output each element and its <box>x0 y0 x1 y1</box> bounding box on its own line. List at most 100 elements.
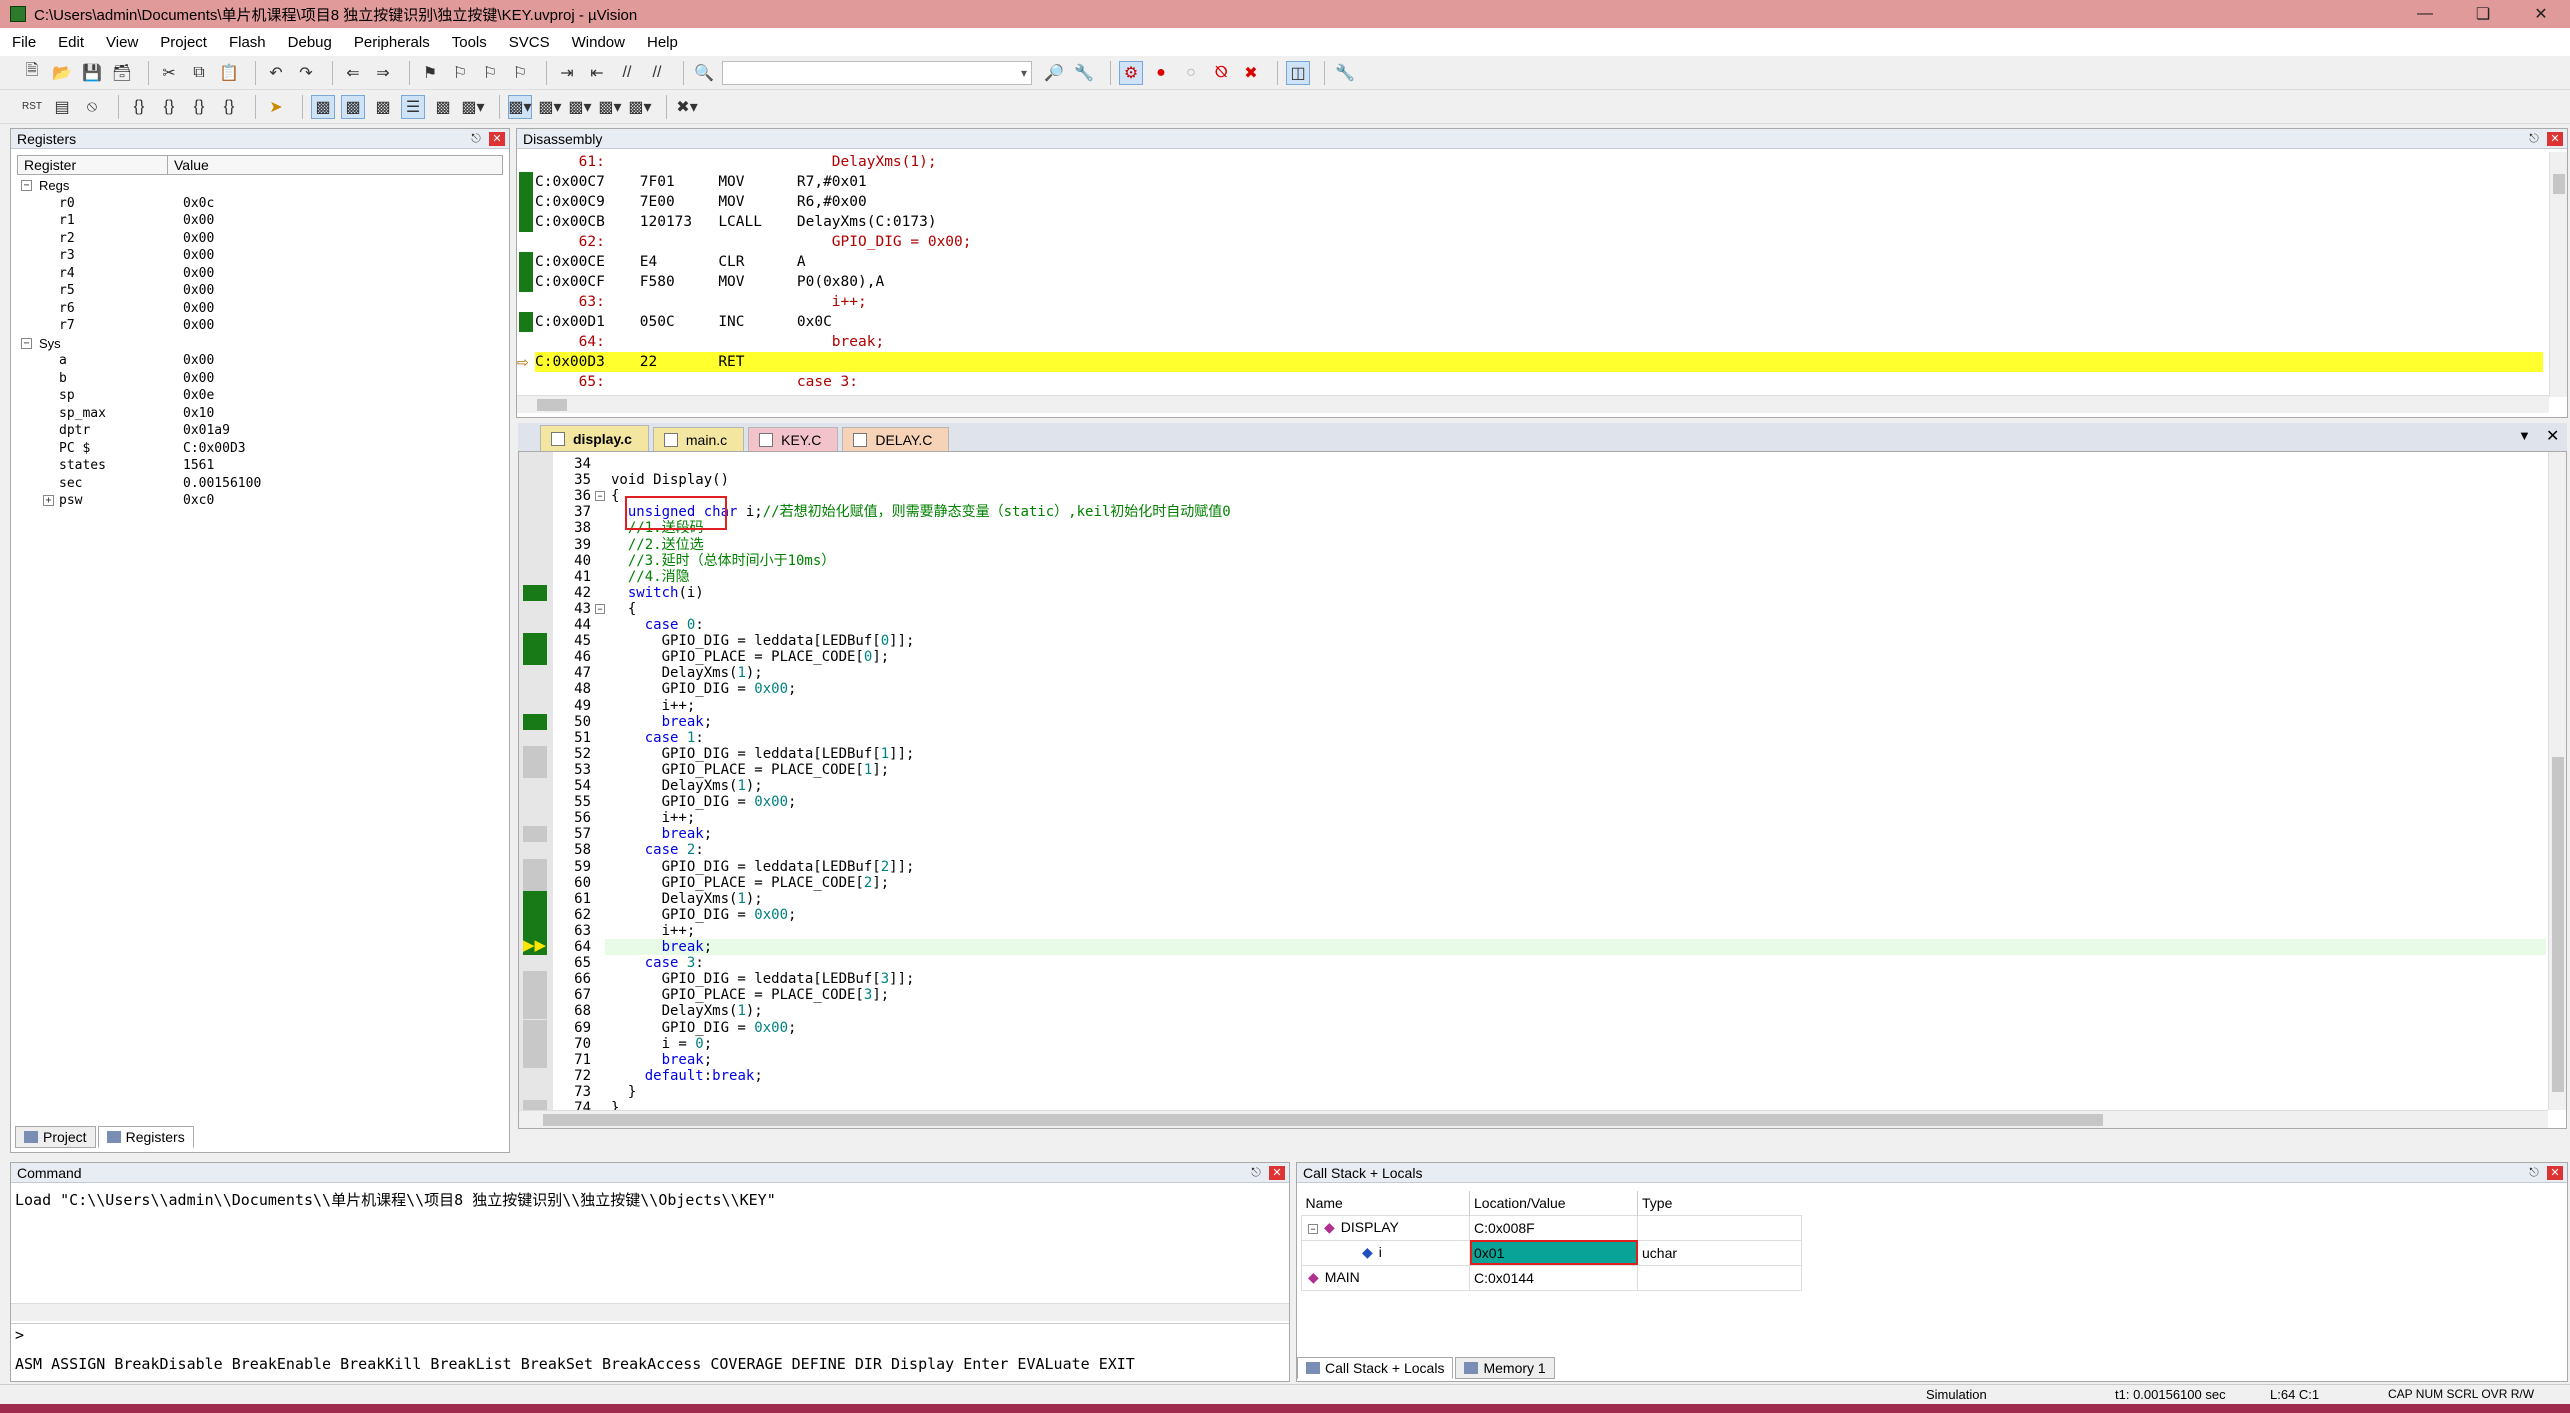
watch-windows-icon[interactable]: ▩▾ <box>461 95 485 119</box>
step-into-icon[interactable]: {} <box>127 95 151 119</box>
register-row[interactable]: r5 0x00 <box>17 282 503 300</box>
menu-debug[interactable]: Debug <box>288 34 332 51</box>
asm-line[interactable]: C:0x00CF F580 MOV P0(0x80),A <box>535 272 2543 292</box>
code-line[interactable]: 56 i++; <box>519 810 2546 826</box>
undo-icon[interactable]: ↶ <box>264 61 288 85</box>
code-line[interactable]: 73 } <box>519 1084 2546 1100</box>
trace-window-icon[interactable]: ▩▾ <box>598 95 622 119</box>
register-row[interactable]: r1 0x00 <box>17 212 503 230</box>
step-over-icon[interactable]: {} <box>157 95 181 119</box>
bookmark-next-icon[interactable]: ⚐ <box>478 61 502 85</box>
pin-icon[interactable]: ⎋ <box>467 131 485 146</box>
save-icon[interactable]: 💾 <box>80 61 104 85</box>
tab-list-icon[interactable]: ▼ <box>2518 428 2531 443</box>
code-line[interactable]: 68 DelayXms(1); <box>519 1003 2546 1019</box>
code-lines[interactable]: 34 35 void Display() 36 {37 unsigned char i;… <box>519 456 2546 1116</box>
register-row[interactable]: + psw 0xc0 <box>17 492 503 510</box>
code-line[interactable]: 40 //3.延时（总体时间小于10ms） <box>519 553 2546 569</box>
command-input[interactable] <box>31 1324 1289 1348</box>
asm-line[interactable]: C:0x00D1 050C INC 0x0C <box>535 312 2543 332</box>
find-in-files-icon[interactable]: 🔍 <box>692 61 716 85</box>
copy-icon[interactable]: ⧉ <box>187 61 211 85</box>
code-line[interactable]: 66 GPIO_DIG = leddata[LEDBuf[3]]; <box>519 971 2546 987</box>
toolbox-icon[interactable]: ✖▾ <box>675 95 699 119</box>
registers-window-icon[interactable]: ☰ <box>401 94 425 119</box>
asm-line[interactable]: C:0x00D3 22 RET <box>535 352 2543 372</box>
code-line[interactable]: 71 break; <box>519 1052 2546 1068</box>
tab-callstack[interactable]: Call Stack + Locals <box>1297 1357 1454 1379</box>
show-next-statement-icon[interactable]: ➤ <box>264 95 288 119</box>
register-row[interactable]: sp_max 0x10 <box>17 405 503 423</box>
collapse-icon[interactable]: − <box>21 337 32 349</box>
code-line[interactable]: 69 GPIO_DIG = 0x00; <box>519 1020 2546 1036</box>
location-cell[interactable]: C:0x008F <box>1469 1214 1638 1241</box>
tab-main-c[interactable]: main.c <box>652 427 745 451</box>
disable-breakpoints-icon[interactable]: ⦰ <box>1209 61 1233 85</box>
editor-hscroll[interactable] <box>519 1110 2548 1128</box>
tab-delay-c[interactable]: DELAY.C <box>842 427 950 451</box>
code-line[interactable]: 59 GPIO_DIG = leddata[LEDBuf[2]]; <box>519 859 2546 875</box>
code-line[interactable]: 47 DelayXms(1); <box>519 665 2546 681</box>
incremental-find-icon[interactable]: 🔧 <box>1072 61 1096 85</box>
menu-file[interactable]: File <box>12 34 36 51</box>
symbols-window-icon[interactable]: ▩ <box>371 95 395 119</box>
code-line[interactable]: 45 GPIO_DIG = leddata[LEDBuf[0]]; <box>519 633 2546 649</box>
code-line[interactable]: 37 unsigned char i;//若想初始化赋值，则需要静态变量（sta… <box>519 504 2546 520</box>
menu-help[interactable]: Help <box>647 34 678 51</box>
register-row[interactable]: a 0x00 <box>17 352 503 370</box>
source-line[interactable]: 65: case 3: <box>535 372 2543 392</box>
register-row[interactable]: states 1561 <box>17 457 503 475</box>
debug-session-icon[interactable]: ⚙ <box>1119 60 1143 85</box>
source-line[interactable]: 61: DelayXms(1); <box>535 152 2543 172</box>
source-line[interactable]: 64: break; <box>535 332 2543 352</box>
pin-icon[interactable]: ⎋ <box>1247 1165 1265 1180</box>
callstack-row[interactable]: ◆ i 0x01 uchar <box>1301 1239 1802 1266</box>
asm-line[interactable]: C:0x00C9 7E00 MOV R6,#0x00 <box>535 192 2543 212</box>
code-line[interactable]: 46 GPIO_PLACE = PLACE_CODE[0]; <box>519 649 2546 665</box>
code-line[interactable]: 52 GPIO_DIG = leddata[LEDBuf[1]]; <box>519 746 2546 762</box>
register-row[interactable]: r4 0x00 <box>17 265 503 283</box>
code-line[interactable]: 36 { <box>519 488 2546 504</box>
tab-memory[interactable]: Memory 1 <box>1455 1357 1555 1379</box>
bookmark-prev-icon[interactable]: ⚐ <box>448 61 472 85</box>
unindent-icon[interactable]: ⇤ <box>585 61 609 85</box>
code-line[interactable]: 55 GPIO_DIG = 0x00; <box>519 794 2546 810</box>
regs-group[interactable]: − Regs <box>17 177 503 195</box>
cut-icon[interactable]: ✂ <box>157 61 181 85</box>
maximize-icon[interactable]: ❏ <box>2454 4 2512 24</box>
asm-line[interactable]: C:0x00CB 120173 LCALL DelayXms(C:0173) <box>535 212 2543 232</box>
collapse-icon[interactable]: − <box>21 180 32 191</box>
redo-icon[interactable]: ↷ <box>294 61 318 85</box>
code-line[interactable]: 49 i++; <box>519 698 2546 714</box>
code-line[interactable]: 57 break; <box>519 826 2546 842</box>
reset-icon[interactable]: RST <box>20 95 44 119</box>
command-window-icon[interactable]: ▩ <box>311 94 335 119</box>
sys-group[interactable]: − Sys <box>17 335 503 353</box>
new-file-icon[interactable]: 🗎 <box>20 61 44 85</box>
insert-breakpoint-icon[interactable]: ● <box>1149 61 1173 85</box>
code-line[interactable]: 48 GPIO_DIG = 0x00; <box>519 681 2546 697</box>
fold-icon[interactable]: − <box>595 603 605 614</box>
code-line[interactable]: 39 //2.送位选 <box>519 537 2546 553</box>
code-line[interactable]: 54 DelayXms(1); <box>519 778 2546 794</box>
close-icon[interactable]: ✕ <box>2547 1165 2563 1180</box>
window-layout-icon[interactable]: ◫ <box>1286 60 1310 85</box>
register-row[interactable]: r6 0x00 <box>17 300 503 318</box>
tab-registers[interactable]: Registers <box>97 1126 194 1148</box>
menu-tools[interactable]: Tools <box>452 34 487 51</box>
memory-window-icon[interactable]: ▩▾ <box>508 94 532 119</box>
enable-breakpoint-icon[interactable]: ○ <box>1179 61 1203 85</box>
collapse-icon[interactable]: − <box>1308 1224 1318 1234</box>
code-line[interactable]: 51 case 1: <box>519 730 2546 746</box>
expand-icon[interactable]: + <box>43 495 54 506</box>
source-line[interactable]: 63: i++; <box>535 292 2543 312</box>
run-icon[interactable]: ▤ <box>50 95 74 119</box>
code-editor[interactable]: 34 35 void Display() 36 {37 unsigned char i;… <box>518 451 2567 1129</box>
tab-display-c[interactable]: display.c <box>540 425 649 451</box>
stop-icon[interactable]: ⦸ <box>80 95 104 119</box>
register-row[interactable]: PC $ C:0x00D3 <box>17 440 503 458</box>
indent-icon[interactable]: ⇥ <box>555 61 579 85</box>
close-icon[interactable]: ✕ <box>489 131 505 146</box>
asm-line[interactable]: C:0x00C7 7F01 MOV R7,#0x01 <box>535 172 2543 192</box>
menu-peripherals[interactable]: Peripherals <box>354 34 430 51</box>
